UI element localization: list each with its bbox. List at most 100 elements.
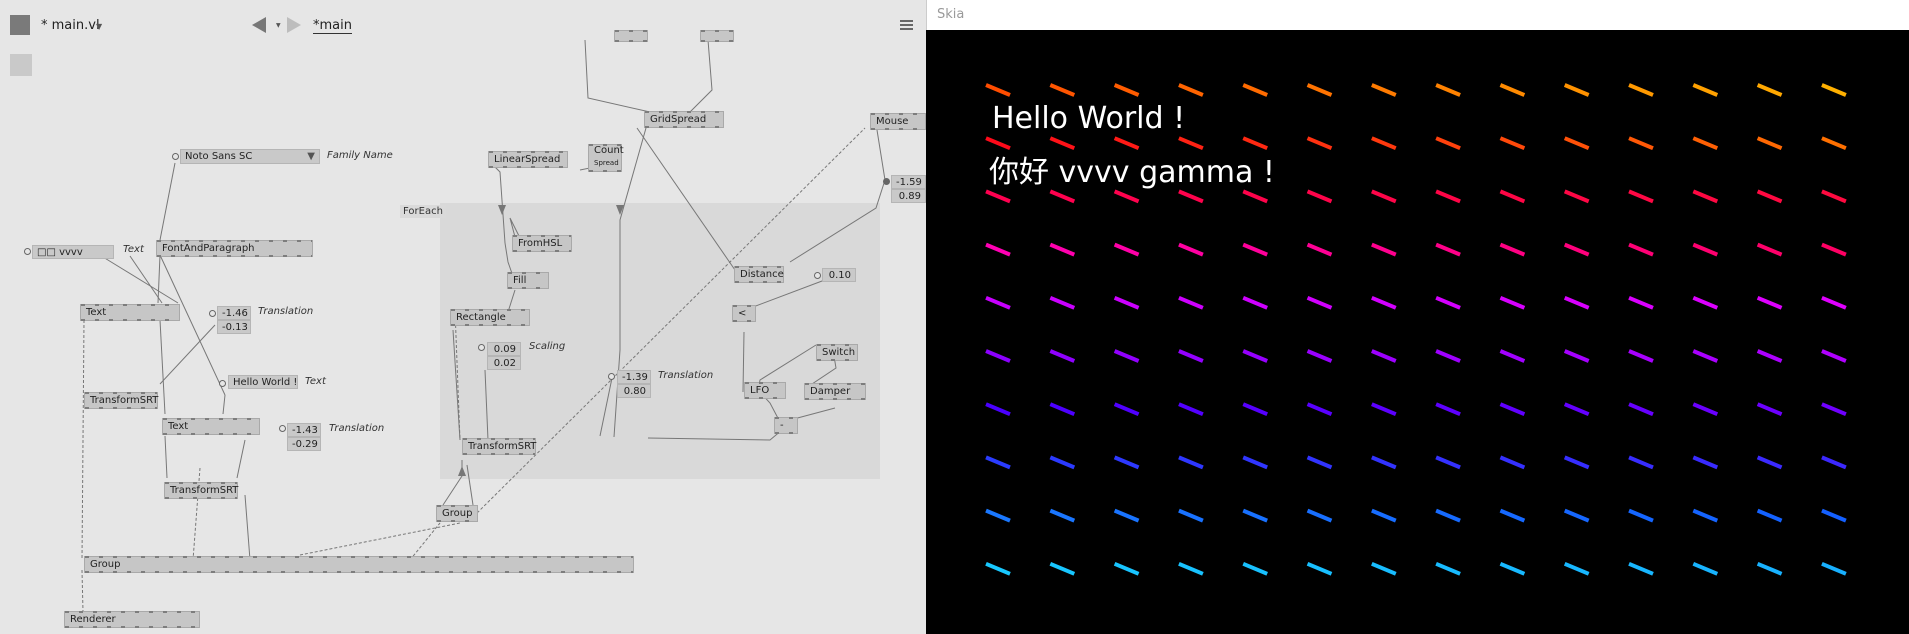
transformsrt1-node[interactable]: TransformSRT	[84, 392, 158, 409]
grid-dash	[1628, 349, 1654, 363]
trans1-x-iobox[interactable]: -1.46	[217, 306, 251, 320]
transformsrt3-node[interactable]: TransformSRT	[462, 438, 536, 455]
text1-iobox[interactable]: □□ vvvv	[32, 245, 114, 259]
distance-threshold-iobox[interactable]: 0.10	[822, 268, 856, 282]
mouse-x-iobox[interactable]: -1.59	[891, 175, 926, 189]
count-node[interactable]: Count Spread	[588, 144, 624, 172]
grid-dash	[1499, 508, 1526, 523]
grid-dash	[1371, 455, 1397, 470]
grid-dash	[1628, 402, 1654, 417]
grid-dash	[985, 455, 1011, 470]
grid-dash	[1563, 508, 1590, 523]
splicer-down-icon	[616, 205, 624, 215]
scale-tag: Scaling	[529, 341, 566, 352]
grid-dash	[1435, 295, 1461, 310]
text1-pin[interactable]	[24, 248, 31, 255]
grid-dash	[985, 402, 1011, 417]
trans3-pin[interactable]	[608, 373, 615, 380]
grid-dash	[1113, 83, 1140, 97]
count-sub-label: Spread	[594, 159, 619, 167]
upper-node-a[interactable]	[614, 30, 648, 42]
trans2-x-iobox[interactable]: -1.43	[287, 423, 321, 437]
text2-node[interactable]: Text	[162, 418, 260, 435]
grid-dash	[1242, 455, 1268, 470]
grid-dash	[1049, 349, 1076, 363]
grid-dash	[1821, 136, 1847, 151]
text2-pin[interactable]	[219, 380, 226, 387]
text1-node[interactable]: Text	[80, 304, 180, 321]
trans3-x-iobox[interactable]: -1.39	[617, 370, 651, 384]
lfo-node[interactable]: LFO	[744, 382, 786, 399]
skia-titlebar[interactable]: Skia	[926, 0, 1909, 30]
trans3-y-iobox[interactable]: 0.80	[617, 384, 651, 398]
grid-dash	[1821, 349, 1847, 363]
patch-editor[interactable]: * main.vl ▼ ▼ *main ForEach Noto Sans SC…	[0, 0, 926, 634]
grid-dash	[1499, 561, 1526, 576]
skia-render-window[interactable]: Skia Hello World ! 你好 vvvv gamma !	[926, 0, 1909, 634]
grid-dash	[1499, 189, 1526, 204]
grid-dash	[1692, 295, 1719, 310]
grid-dash	[1756, 508, 1783, 523]
grid-dash	[1563, 455, 1590, 470]
grid-dash	[1628, 508, 1654, 523]
render-text-line1: Hello World !	[992, 101, 1186, 136]
grid-dash	[1756, 402, 1783, 417]
grid-dash	[1049, 402, 1076, 417]
triangle-down-icon: ▼	[307, 151, 315, 162]
mouse-pin[interactable]	[883, 178, 890, 185]
grid-dash	[1178, 349, 1204, 363]
grid-dash	[1049, 83, 1076, 97]
grid-dash	[1756, 136, 1783, 151]
grid-dash	[1113, 242, 1140, 257]
scale-y-iobox[interactable]: 0.02	[487, 356, 521, 370]
transformsrt2-node[interactable]: TransformSRT	[164, 482, 238, 499]
grid-dash	[985, 242, 1011, 257]
family-name-iobox[interactable]: Noto Sans SC ▼	[180, 149, 320, 164]
scale-x-iobox[interactable]: 0.09	[487, 342, 521, 356]
switch-node[interactable]: Switch	[816, 344, 858, 361]
grid-dash	[1692, 508, 1719, 523]
grid-dash	[1628, 242, 1654, 257]
grid-dash	[1692, 83, 1719, 97]
grid-dash	[1306, 402, 1333, 417]
grid-dash	[1692, 561, 1719, 576]
grid-dash	[1499, 402, 1526, 417]
grid-dash	[1049, 508, 1076, 523]
trans1-pin[interactable]	[209, 310, 216, 317]
gridspread-node[interactable]: GridSpread	[644, 111, 724, 128]
trans2-y-iobox[interactable]: -0.29	[287, 437, 321, 451]
fromhsl-node[interactable]: FromHSL	[512, 235, 572, 252]
grid-dash	[1499, 349, 1526, 363]
trans2-pin[interactable]	[279, 425, 286, 432]
grid-dash	[985, 295, 1011, 310]
rectangle-node[interactable]: Rectangle	[450, 309, 530, 326]
mouse-node[interactable]: Mouse	[870, 113, 926, 130]
text2-iobox[interactable]: Hello World !	[228, 375, 298, 389]
minus-node[interactable]: -	[774, 417, 798, 434]
grid-dash	[1178, 402, 1204, 417]
fill-node[interactable]: Fill	[507, 272, 549, 289]
family-pin[interactable]	[172, 153, 179, 160]
grid-dash	[1049, 242, 1076, 257]
distance-thresh-pin[interactable]	[814, 272, 821, 279]
less-node[interactable]: <	[732, 305, 756, 322]
damper-node[interactable]: Damper	[804, 383, 866, 400]
scale-pin[interactable]	[478, 344, 485, 351]
grid-dash	[1178, 242, 1204, 257]
upper-node-b[interactable]	[700, 30, 734, 42]
distance-node[interactable]: Distance	[734, 266, 784, 283]
family-name-tag: Family Name	[327, 150, 393, 161]
group2-node[interactable]: Group	[436, 505, 478, 522]
group1-node[interactable]: Group	[84, 556, 634, 573]
grid-dash	[1756, 295, 1783, 310]
triangle-up-icon[interactable]	[458, 466, 466, 476]
grid-dash	[1435, 136, 1461, 151]
grid-dash	[1178, 561, 1204, 576]
trans1-y-iobox[interactable]: -0.13	[217, 320, 251, 334]
renderer-node[interactable]: Renderer	[64, 611, 200, 628]
linearspread-node[interactable]: LinearSpread	[488, 151, 568, 168]
grid-dash	[1821, 189, 1847, 204]
grid-dash	[1563, 242, 1590, 257]
fontandparagraph-node[interactable]: FontAndParagraph	[156, 240, 313, 257]
mouse-y-iobox[interactable]: 0.89	[891, 189, 926, 203]
